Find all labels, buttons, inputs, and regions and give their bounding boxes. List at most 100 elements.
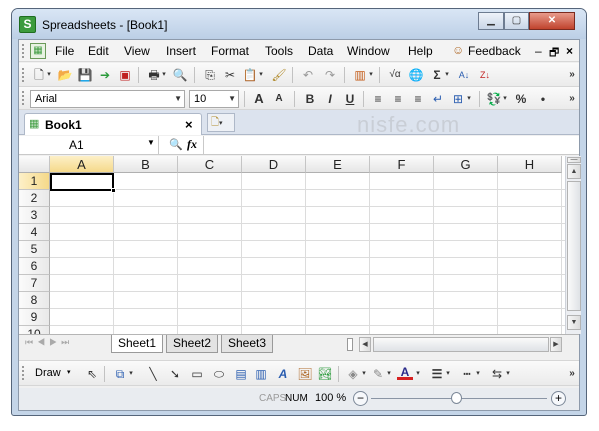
cut-icon[interactable]: ✂ — [222, 67, 238, 83]
clip-art-icon[interactable]: 🖼 — [297, 366, 313, 382]
row-header-1[interactable]: 1 — [19, 173, 50, 190]
row-header-2[interactable]: 2 — [19, 190, 50, 207]
zoom-out-button[interactable]: − — [353, 391, 368, 406]
font-color-dropdown-icon[interactable]: ▾ — [414, 366, 422, 382]
close-button[interactable]: ✕ — [529, 12, 575, 30]
percent-button[interactable]: % — [513, 91, 529, 107]
open-icon[interactable]: 📂 — [57, 67, 73, 83]
print-preview-icon[interactable]: 🔍 — [172, 67, 188, 83]
chevron-down-icon[interactable]: ▼ — [228, 91, 236, 107]
arrow-style-icon[interactable]: ⇆ — [489, 366, 505, 382]
scroll-left-icon[interactable]: ◀ — [359, 337, 371, 352]
scroll-up-icon[interactable]: ▲ — [567, 164, 581, 179]
line-color-icon[interactable]: ✎ — [370, 366, 386, 382]
vertical-text-box-icon[interactable]: ▥ — [253, 366, 269, 382]
comma-style-button[interactable]: • — [535, 91, 551, 107]
fill-handle[interactable] — [111, 188, 116, 193]
underline-button[interactable]: U — [342, 91, 358, 107]
toolbar-grip[interactable] — [22, 91, 25, 105]
sheet-tab-sheet2[interactable]: Sheet2 — [166, 335, 218, 353]
print-dropdown-icon[interactable]: ▾ — [160, 67, 168, 83]
sheet-navigation-icons[interactable]: ⏮◀▶⏭ — [25, 337, 73, 348]
arrow-style-dropdown-icon[interactable]: ▾ — [504, 366, 512, 382]
arrow-icon[interactable]: ➘ — [167, 366, 183, 382]
merge-dropdown-icon[interactable]: ▾ — [465, 91, 473, 107]
shrink-font-icon[interactable]: A — [271, 91, 287, 107]
chevron-down-icon[interactable]: ▼ — [174, 91, 182, 107]
title-bar[interactable]: S Spreadsheets - [Book1] ▁ ▢ ✕ — [12, 9, 586, 39]
sort-descending-icon[interactable]: Z↓ — [477, 67, 493, 83]
draw-menu-button[interactable]: Draw — [35, 367, 61, 379]
column-header-h[interactable]: H — [498, 156, 562, 173]
toolbar-overflow-icon[interactable]: » — [564, 366, 580, 382]
maximize-button[interactable]: ▢ — [504, 12, 529, 30]
line-style-icon[interactable]: ☰ — [429, 366, 445, 382]
currency-dropdown-icon[interactable]: ▾ — [501, 91, 509, 107]
export-pdf-icon[interactable]: ▣ — [117, 67, 133, 83]
menu-file[interactable]: File — [55, 44, 74, 58]
text-box-icon[interactable]: ▤ — [233, 366, 249, 382]
bold-button[interactable]: B — [302, 91, 318, 107]
wordart-icon[interactable]: A — [275, 366, 291, 382]
insert-rows-dropdown-icon[interactable]: ▾ — [367, 67, 375, 83]
horizontal-scroll-thumb[interactable] — [373, 337, 549, 352]
column-header-g[interactable]: G — [434, 156, 498, 173]
ellipse-icon[interactable]: ⬭ — [211, 366, 227, 382]
new-dropdown-icon[interactable]: ▾ — [45, 67, 53, 83]
font-size-combo[interactable]: 10 ▼ — [189, 90, 239, 108]
document-tab-book1[interactable]: ▦ Book1 × — [24, 113, 202, 135]
doc-close-button[interactable]: × — [566, 44, 573, 58]
row-header-7[interactable]: 7 — [19, 275, 50, 292]
column-header-c[interactable]: C — [178, 156, 242, 173]
autoshapes-icon[interactable]: ⧉ — [112, 366, 128, 382]
menu-data[interactable]: Data — [308, 44, 333, 58]
redo-icon[interactable]: ↷ — [322, 67, 338, 83]
align-left-icon[interactable]: ≡ — [370, 91, 386, 107]
minimize-button[interactable]: ▁ — [478, 12, 504, 30]
save-icon[interactable]: 💾 — [77, 67, 93, 83]
sheet-tab-sheet3[interactable]: Sheet3 — [221, 335, 273, 353]
zoom-slider-thumb[interactable] — [451, 392, 462, 404]
select-pointer-icon[interactable]: ⇖ — [84, 366, 100, 382]
active-cell-cursor[interactable] — [50, 173, 114, 191]
menu-window[interactable]: Window — [347, 44, 390, 58]
row-header-5[interactable]: 5 — [19, 241, 50, 258]
toolbar-overflow-icon[interactable]: » — [564, 67, 580, 83]
vertical-scrollbar[interactable]: — ▲ ▼ — [565, 156, 581, 334]
line-color-dropdown-icon[interactable]: ▾ — [385, 366, 393, 382]
new-document-tab-button[interactable]: 🗋▾ — [207, 113, 235, 132]
fill-color-dropdown-icon[interactable]: ▾ — [360, 366, 368, 382]
row-header-9[interactable]: 9 — [19, 309, 50, 326]
fill-color-icon[interactable]: ◈ — [345, 366, 361, 382]
paste-icon[interactable]: 📋 — [242, 67, 258, 83]
font-name-combo[interactable]: Arial ▼ — [30, 90, 185, 108]
hyperlink-icon[interactable]: 🌐 — [408, 67, 424, 83]
document-icon[interactable]: ▦ — [30, 43, 46, 59]
spreadsheet-grid[interactable]: ABCDEFGH 1 2 3 4 5 6 7 8 9 10 — [19, 156, 565, 334]
row-header-10[interactable]: 10 — [19, 326, 50, 334]
sort-ascending-icon[interactable]: A↓ — [456, 67, 472, 83]
row-header-8[interactable]: 8 — [19, 292, 50, 309]
formula-input[interactable] — [203, 136, 579, 154]
menu-feedback[interactable]: Feedback — [468, 44, 521, 58]
dash-style-icon[interactable]: ┅ — [459, 366, 475, 382]
picture-icon[interactable]: 🏞 — [317, 366, 333, 382]
menu-edit[interactable]: Edit — [88, 44, 109, 58]
menu-help[interactable]: Help — [408, 44, 433, 58]
format-painter-icon[interactable]: 🖌 — [271, 67, 287, 83]
column-header-f[interactable]: F — [370, 156, 434, 173]
name-box[interactable]: A1 ▼ — [19, 136, 159, 154]
fx-icon[interactable]: fx — [187, 137, 197, 152]
split-handle[interactable]: — — [567, 156, 581, 163]
wrap-text-icon[interactable]: ↵ — [430, 91, 446, 107]
menubar-grip[interactable] — [22, 44, 25, 58]
italic-button[interactable]: I — [322, 91, 338, 107]
paste-dropdown-icon[interactable]: ▾ — [257, 67, 265, 83]
font-color-icon[interactable]: A — [397, 364, 413, 380]
function-wizard-icon[interactable]: √α — [385, 67, 405, 83]
copy-icon[interactable]: ⎘ — [202, 67, 218, 83]
autoshapes-dropdown-icon[interactable]: ▾ — [127, 366, 135, 382]
column-header-a[interactable]: A — [50, 156, 114, 173]
line-icon[interactable]: ╲ — [145, 366, 161, 382]
select-all-corner[interactable] — [19, 156, 50, 173]
